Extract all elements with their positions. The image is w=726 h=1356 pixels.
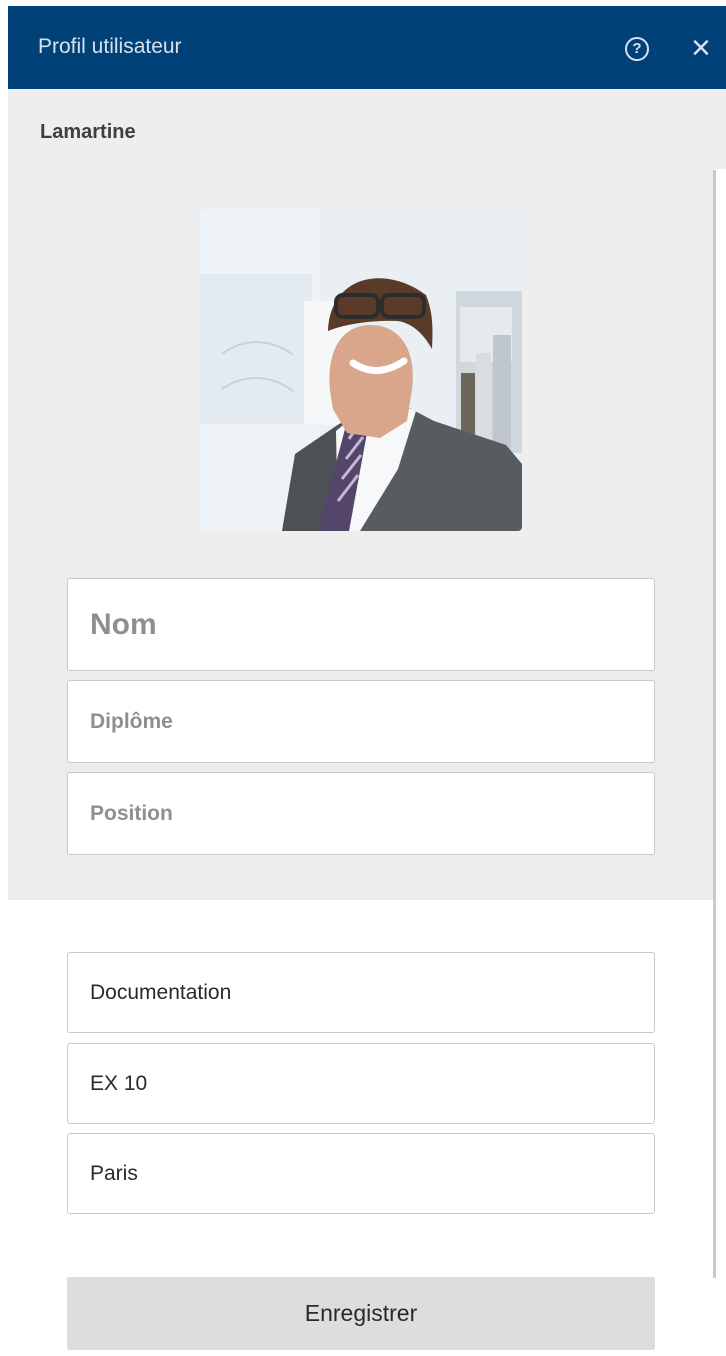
person-portrait (200, 209, 522, 531)
department-value: Documentation (90, 980, 232, 1004)
window-left-edge (0, 0, 8, 1356)
vertical-scrollbar[interactable] (713, 170, 716, 1278)
diplome-placeholder: Diplôme (90, 709, 173, 733)
city-field[interactable]: Paris (67, 1133, 655, 1214)
close-icon[interactable]: × (691, 31, 723, 65)
profile-name: Lamartine (40, 121, 136, 143)
room-field[interactable]: EX 10 (67, 1043, 655, 1124)
position-field[interactable]: Position (67, 772, 655, 855)
title-bar: Profil utilisateur ? × (8, 6, 726, 89)
room-value: EX 10 (90, 1071, 148, 1095)
city-value: Paris (90, 1161, 138, 1185)
user-profile-panel: Profil utilisateur ? × Lamartine Nom Dip… (8, 6, 726, 1356)
profile-photo[interactable] (200, 209, 522, 531)
nom-field[interactable]: Nom (67, 578, 655, 671)
panel-title: Profil utilisateur (38, 35, 182, 58)
diplome-field[interactable]: Diplôme (67, 680, 655, 763)
photo-area (8, 169, 714, 554)
department-field[interactable]: Documentation (67, 952, 655, 1033)
identity-section: Nom Diplôme Position (8, 554, 714, 900)
profile-subheader: Lamartine (8, 89, 726, 169)
save-button[interactable]: Enregistrer (67, 1277, 655, 1350)
position-placeholder: Position (90, 801, 173, 825)
nom-placeholder: Nom (90, 607, 157, 641)
help-icon[interactable]: ? (625, 37, 649, 61)
